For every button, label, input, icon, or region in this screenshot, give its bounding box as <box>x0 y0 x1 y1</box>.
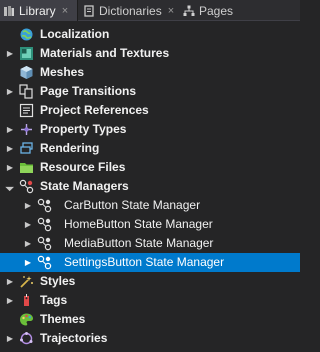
tree-item-themes[interactable]: Themes <box>0 310 300 329</box>
expand-arrow-icon[interactable]: ▶ <box>5 82 15 101</box>
expand-arrow-icon[interactable]: ▶ <box>5 158 15 177</box>
tree-item-label: Project References <box>40 103 149 117</box>
tree-item-label: Localization <box>40 27 110 41</box>
expand-arrow-icon[interactable]: ▶ <box>5 44 15 63</box>
expand-arrow-icon[interactable]: ▶ <box>5 120 15 139</box>
pages-icon <box>183 5 195 17</box>
tree-item-project-references[interactable]: Project References <box>0 101 300 120</box>
state-manager-icon <box>37 198 52 213</box>
tree-item-state-managers[interactable]: ◢ State Managers <box>0 177 300 196</box>
folder-icon <box>19 160 34 175</box>
tree-item-meshes[interactable]: Meshes <box>0 63 300 82</box>
rendering-icon <box>19 141 34 156</box>
close-icon[interactable]: × <box>168 5 174 17</box>
tab-bar: Library × Dictionaries × Pages <box>0 0 300 21</box>
expand-arrow-icon[interactable]: ▶ <box>23 253 33 272</box>
library-icon <box>3 5 15 17</box>
tree-item-label: CarButton State Manager <box>64 198 201 212</box>
tree-item-homebutton-state-manager[interactable]: ▶ HomeButton State Manager <box>0 215 300 234</box>
tree-item-carbutton-state-manager[interactable]: ▶ CarButton State Manager <box>0 196 300 215</box>
tree-item-styles[interactable]: ▶ Styles <box>0 272 300 291</box>
expand-arrow-icon[interactable]: ▶ <box>23 234 33 253</box>
tree-item-label: Trajectories <box>40 331 108 345</box>
mesh-cube-icon <box>19 65 34 80</box>
expand-arrow-icon[interactable]: ▶ <box>5 272 15 291</box>
page-transitions-icon <box>19 84 34 99</box>
expand-arrow-icon[interactable]: ▶ <box>23 196 33 215</box>
tag-icon <box>19 293 34 308</box>
tree-item-label: SettingsButton State Manager <box>64 255 225 269</box>
state-manager-icon <box>37 217 52 232</box>
palette-icon <box>19 312 34 327</box>
state-managers-icon <box>19 179 34 194</box>
tree-item-materials-and-textures[interactable]: ▶ Materials and Textures <box>0 44 300 63</box>
collapse-arrow-icon[interactable]: ◢ <box>0 176 20 197</box>
tree-item-mediabutton-state-manager[interactable]: ▶ MediaButton State Manager <box>0 234 300 253</box>
trajectory-icon <box>19 331 34 346</box>
styles-icon <box>19 274 34 289</box>
tree-item-label: Rendering <box>40 141 100 155</box>
expand-arrow-icon[interactable]: ▶ <box>23 215 33 234</box>
tree-item-label: Property Types <box>40 122 127 136</box>
tree-item-localization[interactable]: Localization <box>0 25 300 44</box>
tree-item-label: Tags <box>40 293 68 307</box>
project-references-icon <box>19 103 34 118</box>
dictionary-icon <box>83 4 95 17</box>
tab-label: Pages <box>199 3 234 18</box>
globe-icon <box>19 27 34 42</box>
tree-item-label: State Managers <box>40 179 129 193</box>
tree-item-trajectories[interactable]: ▶ Trajectories <box>0 329 300 348</box>
close-icon[interactable]: × <box>62 5 68 17</box>
tree-item-label: Materials and Textures <box>40 46 170 60</box>
tree-item-property-types[interactable]: ▶ Property Types <box>0 120 300 139</box>
expand-arrow-icon[interactable]: ▶ <box>5 139 15 158</box>
tree-item-label: Page Transitions <box>40 84 137 98</box>
tree-item-label: Styles <box>40 274 76 288</box>
tab-label: Library <box>19 3 56 18</box>
expand-arrow-icon[interactable]: ▶ <box>5 291 15 310</box>
tab-label: Dictionaries <box>99 3 162 18</box>
tree-item-tags[interactable]: ▶ Tags <box>0 291 300 310</box>
tree-item-rendering[interactable]: ▶ Rendering <box>0 139 300 158</box>
tree-item-label: MediaButton State Manager <box>64 236 214 250</box>
tab-pages[interactable]: Pages <box>180 0 250 21</box>
property-types-icon <box>19 122 34 137</box>
tree-item-label: Meshes <box>40 65 85 79</box>
tree-item-label: HomeButton State Manager <box>64 217 213 231</box>
state-manager-icon <box>37 255 52 270</box>
materials-icon <box>19 46 34 61</box>
tree-item-label: Themes <box>40 312 86 326</box>
expand-arrow-icon[interactable]: ▶ <box>5 329 15 348</box>
tab-library[interactable]: Library × <box>0 0 78 21</box>
tree-item-page-transitions[interactable]: ▶ Page Transitions <box>0 82 300 101</box>
tree-item-label: Resource Files <box>40 160 126 174</box>
tree-item-resource-files[interactable]: ▶ Resource Files <box>0 158 300 177</box>
state-manager-icon <box>37 236 52 251</box>
tree-item-settingsbutton-state-manager[interactable]: ▶ SettingsButton State Manager <box>0 253 300 272</box>
tab-dictionaries[interactable]: Dictionaries × <box>80 0 180 21</box>
